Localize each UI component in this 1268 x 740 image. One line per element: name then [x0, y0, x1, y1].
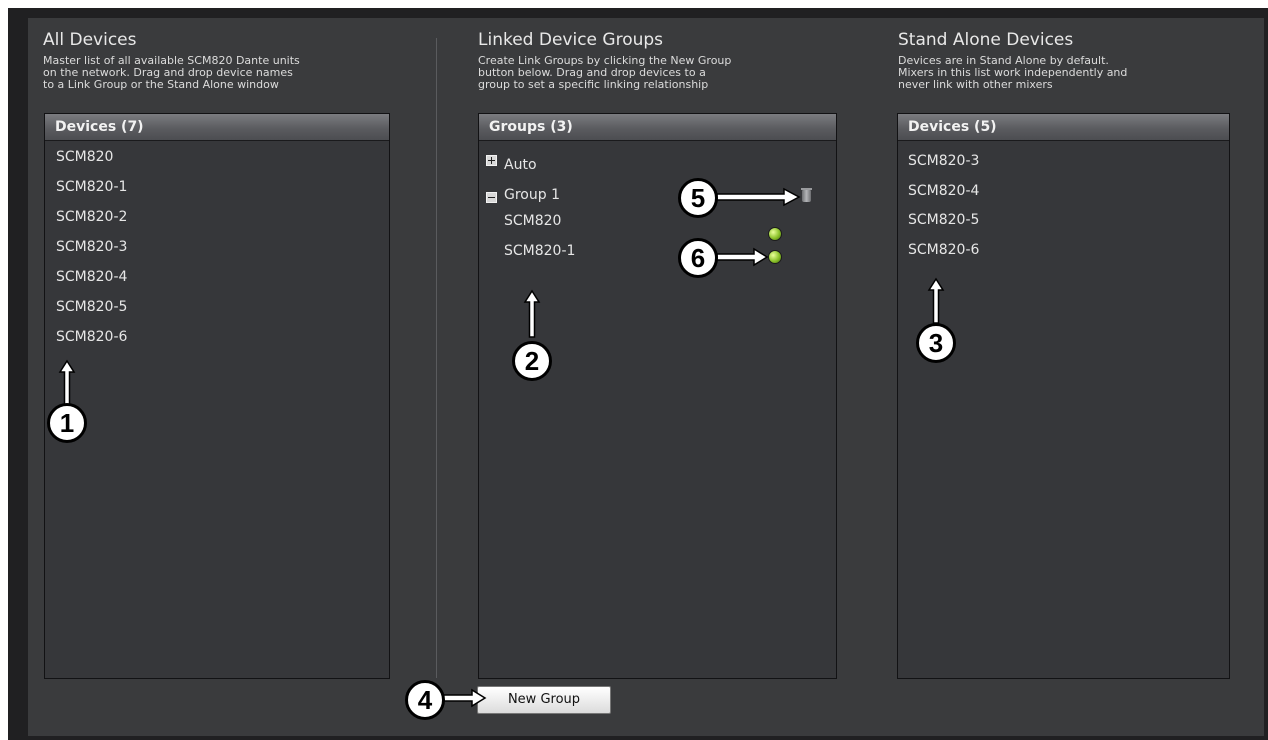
stand-alone-title: Stand Alone Devices [898, 30, 1074, 50]
callout-5: 5 [678, 178, 718, 218]
up-arrow-icon [523, 289, 541, 338]
device-item[interactable]: SCM820-4 [56, 269, 127, 285]
linked-groups-description: Create Link Groups by clicking the New G… [478, 55, 828, 91]
group-auto[interactable]: Auto [504, 157, 537, 173]
all-devices-description: Master list of all available SCM820 Dant… [43, 55, 393, 91]
all-devices-header: Devices (7) [45, 114, 389, 141]
up-arrow-icon [58, 359, 76, 406]
all-devices-title: All Devices [43, 30, 137, 50]
callout-1: 1 [47, 403, 87, 443]
group-member[interactable]: SCM820-1 [504, 243, 575, 259]
desc-line: never link with other mixers [898, 78, 1053, 91]
callout-4: 4 [405, 680, 445, 720]
device-item[interactable]: SCM820-6 [908, 242, 979, 258]
group-1[interactable]: Group 1 [504, 187, 560, 203]
device-item[interactable]: SCM820-6 [56, 329, 127, 345]
trash-icon[interactable] [801, 188, 812, 202]
device-item[interactable]: SCM820-1 [56, 179, 127, 195]
groups-header: Groups (3) [479, 114, 836, 141]
stand-alone-header: Devices (5) [898, 114, 1229, 141]
device-item[interactable]: SCM820-4 [908, 183, 979, 199]
green-led-icon [768, 227, 782, 241]
device-item[interactable]: SCM820-2 [56, 209, 127, 225]
desc-line: to a Link Group or the Stand Alone windo… [43, 78, 279, 91]
up-arrow-icon [927, 277, 945, 324]
plus-box-icon[interactable] [486, 155, 497, 166]
device-item[interactable]: SCM820-3 [56, 239, 127, 255]
right-arrow-icon [716, 187, 801, 207]
callout-3: 3 [916, 323, 956, 363]
callout-2: 2 [512, 341, 552, 381]
device-item[interactable]: SCM820-3 [908, 153, 979, 169]
linked-groups-title: Linked Device Groups [478, 30, 664, 50]
green-led-icon [768, 250, 782, 264]
device-item[interactable]: SCM820-5 [908, 212, 979, 228]
device-item[interactable]: SCM820-5 [56, 299, 127, 315]
minus-box-icon[interactable] [486, 192, 497, 203]
all-devices-panel[interactable]: Devices (7) [44, 113, 390, 679]
device-item[interactable]: SCM820 [56, 149, 113, 165]
group-member[interactable]: SCM820 [504, 213, 561, 229]
right-arrow-icon [716, 247, 769, 267]
stand-alone-description: Devices are in Stand Alone by default. M… [898, 55, 1248, 91]
desc-line: group to set a specific linking relation… [478, 78, 709, 91]
right-arrow-icon [440, 688, 487, 708]
new-group-button[interactable]: New Group [477, 686, 611, 714]
column-divider [436, 38, 437, 678]
callout-6: 6 [678, 238, 718, 278]
